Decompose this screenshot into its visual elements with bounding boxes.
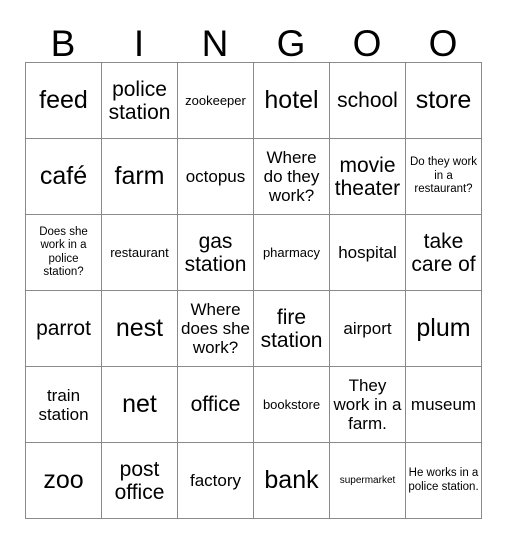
bingo-row: Does she work in a police station? restau… [26, 215, 482, 291]
bingo-cell-r5-c2[interactable]: factory [178, 443, 254, 519]
bingo-cell-r2-c3[interactable]: pharmacy [254, 215, 330, 291]
bingo-cell-r3-c4[interactable]: airport [330, 291, 406, 367]
bingo-cell-r1-c0[interactable]: café [26, 139, 102, 215]
bingo-header: BINGOO [25, 16, 481, 62]
bingo-cell-label: movie theater [334, 153, 401, 200]
bingo-cell-label: Do they work in a restaurant? [409, 156, 478, 196]
bingo-cell-label: They work in a farm. [333, 376, 402, 433]
bingo-cell-r2-c0[interactable]: Does she work in a police station? [26, 215, 102, 291]
bingo-cell-r1-c2[interactable]: octopus [178, 139, 254, 215]
bingo-cell-r4-c5[interactable]: museum [406, 367, 482, 443]
bingo-cell-label: net [122, 390, 157, 418]
bingo-cell-label: pharmacy [262, 245, 321, 260]
bingo-cell-r5-c4[interactable]: supermarket [330, 443, 406, 519]
bingo-cell-r0-c0[interactable]: feed [26, 63, 102, 139]
bingo-cell-label: zoo [43, 466, 84, 494]
bingo-cell-label: hospital [338, 243, 397, 262]
bingo-cell-label: take care of [411, 229, 476, 276]
bingo-cell-label: school [337, 89, 398, 112]
bingo-cell-label: post office [114, 457, 165, 504]
bingo-cell-label: police station [108, 77, 171, 124]
bingo-cell-r3-c3[interactable]: fire station [254, 291, 330, 367]
bingo-header-letter-4: O [352, 23, 382, 64]
bingo-header-letter-3: G [276, 23, 306, 64]
bingo-cell-label: restaurant [110, 245, 169, 260]
bingo-cell-r0-c2[interactable]: zookeeper [178, 63, 254, 139]
bingo-cell-r1-c4[interactable]: movie theater [330, 139, 406, 215]
bingo-cell-label: bank [264, 466, 319, 494]
bingo-cell-r0-c5[interactable]: store [406, 63, 482, 139]
bingo-row: feed police station zookeeper hotel school st… [26, 63, 482, 139]
bingo-cell-r1-c3[interactable]: Where do they work? [254, 139, 330, 215]
bingo-cell-r4-c0[interactable]: train station [26, 367, 102, 443]
bingo-cell-label: He works in a police station. [408, 467, 479, 493]
bingo-cell-label: plum [416, 314, 471, 342]
bingo-cell-label: café [39, 162, 88, 190]
bingo-header-letter-2: N [201, 23, 229, 64]
bingo-cell-label: farm [114, 162, 165, 190]
bingo-cell-r3-c1[interactable]: nest [102, 291, 178, 367]
bingo-cell-r4-c1[interactable]: net [102, 367, 178, 443]
bingo-header-letter-5: O [428, 23, 458, 64]
bingo-cell-label: Where do they work? [263, 148, 320, 205]
bingo-cell-r5-c0[interactable]: zoo [26, 443, 102, 519]
bingo-cell-r3-c0[interactable]: parrot [26, 291, 102, 367]
bingo-cell-label: octopus [185, 167, 246, 186]
bingo-cell-label: zookeeper [185, 93, 246, 108]
bingo-cell-r2-c1[interactable]: restaurant [102, 215, 178, 291]
bingo-cell-r3-c5[interactable]: plum [406, 291, 482, 367]
bingo-cell-label: store [415, 86, 472, 114]
bingo-cell-r0-c1[interactable]: police station [102, 63, 178, 139]
bingo-cell-r4-c3[interactable]: bookstore [254, 367, 330, 443]
bingo-header-letter-0: B [50, 23, 76, 64]
bingo-card: BINGOO feed police station zookeeper hotel s… [25, 16, 482, 519]
bingo-cell-r2-c4[interactable]: hospital [330, 215, 406, 291]
bingo-cell-r0-c3[interactable]: hotel [254, 63, 330, 139]
bingo-cell-r1-c5[interactable]: Do they work in a restaurant? [406, 139, 482, 215]
bingo-cell-r3-c2[interactable]: Where does she work? [178, 291, 254, 367]
bingo-cell-r5-c3[interactable]: bank [254, 443, 330, 519]
bingo-cell-label: train station [38, 385, 89, 424]
bingo-cell-label: parrot [36, 317, 91, 340]
bingo-cell-label: gas station [184, 229, 247, 276]
bingo-cell-label: nest [115, 314, 164, 342]
bingo-cell-r0-c4[interactable]: school [330, 63, 406, 139]
bingo-row: parrot nest Where does she work? fire stati… [26, 291, 482, 367]
bingo-cell-r4-c2[interactable]: office [178, 367, 254, 443]
bingo-cell-label: office [190, 393, 241, 416]
bingo-row: café farm octopus Where do they work? movie … [26, 139, 482, 215]
bingo-cell-label: bookstore [262, 397, 321, 412]
bingo-cell-label: factory [189, 471, 242, 490]
bingo-cell-r1-c1[interactable]: farm [102, 139, 178, 215]
bingo-cell-r5-c5[interactable]: He works in a police station. [406, 443, 482, 519]
bingo-row: zoo post office factory bank supermarket He w… [26, 443, 482, 519]
bingo-grid: feed police station zookeeper hotel school st… [25, 62, 482, 519]
bingo-cell-r4-c4[interactable]: They work in a farm. [330, 367, 406, 443]
bingo-cell-label: Does she work in a police station? [39, 225, 88, 279]
bingo-header-letter-1: I [133, 23, 145, 64]
bingo-cell-label: museum [410, 395, 477, 414]
bingo-cell-label: hotel [264, 86, 319, 114]
bingo-cell-label: feed [39, 86, 88, 114]
bingo-cell-r2-c5[interactable]: take care of [406, 215, 482, 291]
bingo-cell-label: airport [343, 319, 392, 338]
bingo-cell-label: fire station [260, 305, 323, 352]
bingo-cell-r5-c1[interactable]: post office [102, 443, 178, 519]
bingo-cell-r2-c2[interactable]: gas station [178, 215, 254, 291]
bingo-cell-label: Where does she work? [181, 300, 250, 357]
bingo-cell-label: supermarket [339, 474, 396, 486]
bingo-row: train station net office bookstore They work… [26, 367, 482, 443]
